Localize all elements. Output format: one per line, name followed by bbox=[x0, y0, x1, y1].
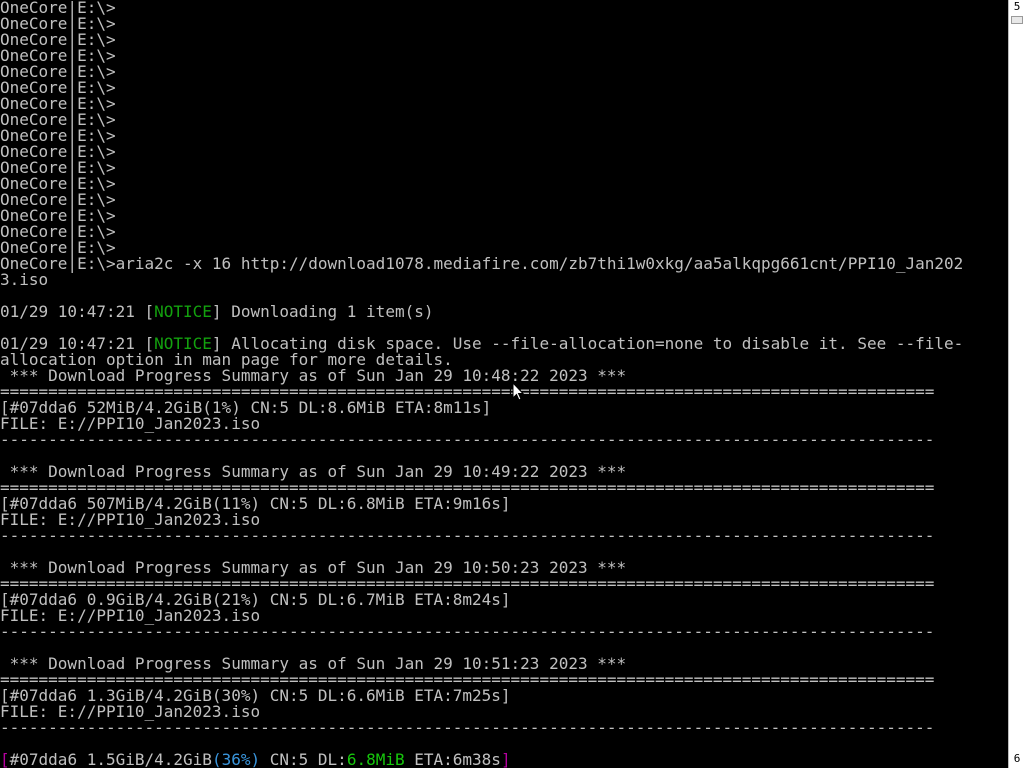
prompt-line: OneCore|E:\> bbox=[0, 94, 116, 113]
live-eta: ETA:6m38s bbox=[404, 750, 501, 768]
notice-text: ] Downloading 1 item(s) bbox=[211, 302, 434, 321]
prompt-line: OneCore|E:\> bbox=[0, 110, 116, 129]
prompt-line: OneCore|E:\> bbox=[0, 62, 116, 81]
vertical-scrollbar[interactable]: 5 6 bbox=[1008, 0, 1024, 768]
separator-single: ----------------------------------------… bbox=[0, 622, 935, 641]
notice-line: 01/29 10:47:21 [NOTICE] Downloading 1 it… bbox=[0, 304, 1008, 320]
separator-single: ----------------------------------------… bbox=[0, 718, 935, 737]
separator-single: ----------------------------------------… bbox=[0, 430, 935, 449]
command-line: OneCore|E:\>aria2c -x 16 http://download… bbox=[0, 254, 964, 273]
live-percent: (36%) bbox=[211, 750, 261, 768]
prompt-line: OneCore|E:\> bbox=[0, 206, 116, 225]
scrollbar-top-label: 5 bbox=[1013, 0, 1021, 13]
command-line-wrap: 3.iso bbox=[0, 270, 49, 289]
live-transfer: #07dda6 1.5GiB/4.2GiB bbox=[9, 750, 212, 768]
prompt-line: OneCore|E:\> bbox=[0, 0, 116, 17]
live-close-bracket: ] bbox=[500, 750, 511, 768]
prompt-line: OneCore|E:\> bbox=[0, 14, 116, 33]
prompt-line: OneCore|E:\> bbox=[0, 174, 116, 193]
live-connections: CN:5 DL: bbox=[260, 750, 347, 768]
prompt-line: OneCore|E:\> bbox=[0, 158, 116, 177]
prompt-line: OneCore|E:\> bbox=[0, 142, 116, 161]
separator-single: ----------------------------------------… bbox=[0, 526, 935, 545]
scrollbar-bottom-label: 6 bbox=[1013, 752, 1021, 765]
live-open-bracket: [ bbox=[0, 750, 10, 768]
scrollbar-thumb[interactable] bbox=[1011, 16, 1023, 24]
live-status-line: [#07dda6 1.5GiB/4.2GiB(36%) CN:5 DL:6.8M… bbox=[0, 752, 1008, 768]
live-speed: 6.8MiB bbox=[346, 750, 405, 768]
console-output[interactable]: OneCore|E:\> OneCore|E:\> OneCore|E:\> O… bbox=[0, 0, 1008, 768]
notice-prefix: 01/29 10:47:21 [ bbox=[0, 302, 155, 321]
notice-tag: NOTICE bbox=[154, 302, 212, 321]
prompt-line: OneCore|E:\> bbox=[0, 126, 116, 145]
prompt-line: OneCore|E:\> bbox=[0, 78, 116, 97]
mouse-pointer-icon bbox=[512, 382, 524, 401]
prompt-line: OneCore|E:\> bbox=[0, 30, 116, 49]
prompt-line: OneCore|E:\> bbox=[0, 46, 116, 65]
prompt-line: OneCore|E:\> bbox=[0, 190, 116, 209]
prompt-line: OneCore|E:\> bbox=[0, 222, 116, 241]
